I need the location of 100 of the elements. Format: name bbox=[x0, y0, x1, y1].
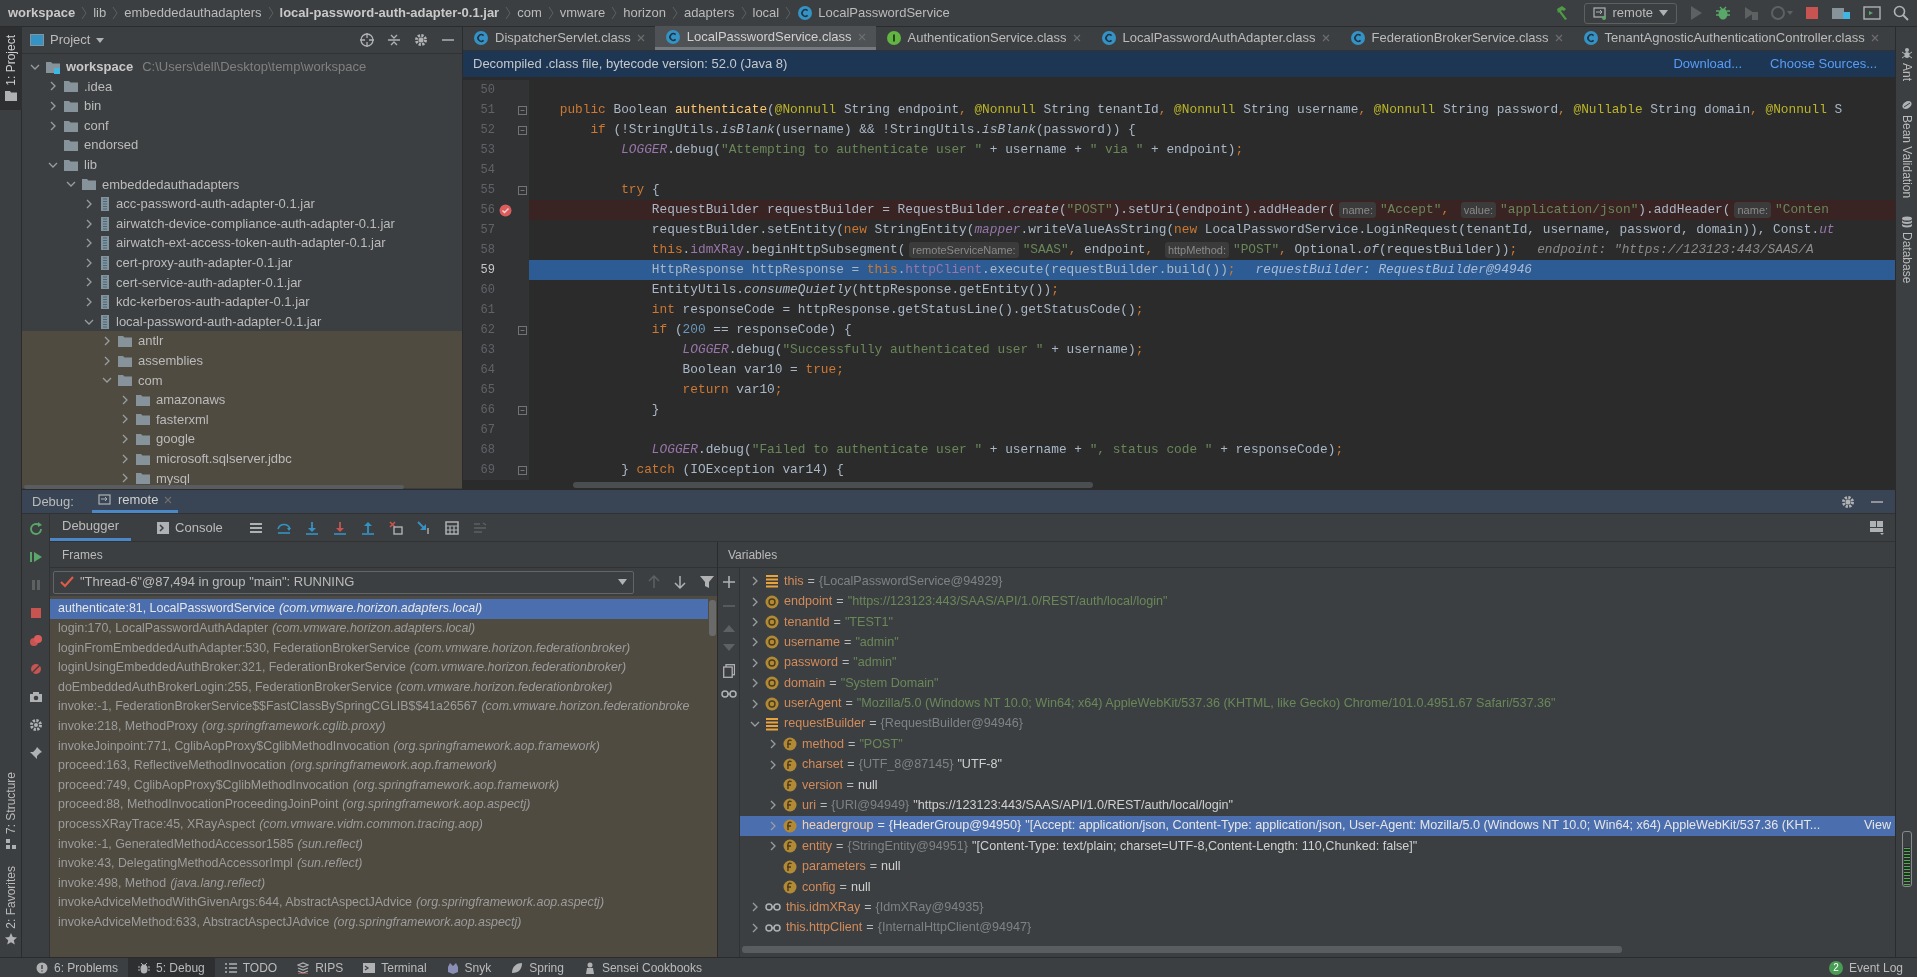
variable-row[interactable]: charset = {UTF_8@87145} "UTF-8" bbox=[740, 754, 1895, 775]
frame-item[interactable]: invoke:-1, GeneratedMethodAccessor1585 (sun.reflect) bbox=[50, 834, 708, 854]
frame-item[interactable]: invoke:498, Method (java.lang.reflect) bbox=[50, 873, 708, 893]
frame-item[interactable]: loginUsingEmbeddedAuthBroker:321, FederationBrokerService (com.vmware.horizon.federationbroker) bbox=[50, 657, 708, 678]
stop-icon[interactable] bbox=[28, 606, 43, 620]
breadcrumb-item[interactable]: com bbox=[517, 3, 542, 23]
close-icon[interactable] bbox=[1321, 34, 1330, 42]
chevron-right-icon[interactable] bbox=[48, 120, 58, 131]
variable-row[interactable]: headergroup = {HeaderGroup@94950} "[Accept: application/json, Content-Type: application/json, User-Agent: Mozilla/5.0 (Windows NT 10.0; Win64; x64) AppleWebKit/537.36 (KHT... View bbox=[740, 815, 1895, 837]
tool-window-button[interactable]: Bean Validation bbox=[1896, 93, 1917, 205]
variable-row[interactable]: this.httpClient = {InternalHttpClient@94947} bbox=[740, 917, 1895, 939]
chevron-right-icon[interactable] bbox=[48, 101, 58, 111]
variable-row[interactable]: uri = {URI@94949} "https://123123:443/SAAS/API/1.0/REST/auth/local/login" bbox=[740, 795, 1895, 816]
chevron-right-icon[interactable] bbox=[102, 355, 112, 366]
frame-item[interactable]: invokeAdviceMethodWithGivenArgs:644, AbstractAspectJAdvice (org.springframework.aop.aspectj) bbox=[50, 892, 708, 913]
scrollbar[interactable] bbox=[709, 600, 716, 636]
camera-icon[interactable] bbox=[28, 690, 43, 704]
window-icon[interactable] bbox=[1863, 5, 1881, 21]
tree-item[interactable]: assemblies bbox=[22, 350, 462, 371]
editor-tab[interactable]: TenantAgnosticAuthenticationController.class bbox=[1572, 26, 1889, 50]
chevron-right-icon[interactable] bbox=[120, 473, 130, 484]
stop-icon[interactable] bbox=[1805, 6, 1819, 20]
frame-item[interactable]: loginFromEmbeddedAuthAdapter:530, FederationBrokerService (com.vmware.horizon.federationbroker) bbox=[50, 638, 708, 658]
fold-icon[interactable] bbox=[517, 405, 527, 415]
tool-window-button[interactable]: 2: Favorites bbox=[0, 858, 22, 953]
chevron-right-icon[interactable] bbox=[750, 678, 760, 689]
tree-item[interactable]: lib bbox=[22, 154, 462, 175]
settings-icon[interactable] bbox=[28, 718, 43, 732]
editor-tab[interactable]: LocalPasswordService.class bbox=[654, 26, 876, 50]
arrow-down-icon[interactable] bbox=[674, 575, 686, 589]
tree-item[interactable]: fasterxml bbox=[22, 409, 462, 430]
project-view-dropdown[interactable]: Project bbox=[30, 30, 105, 50]
frame-item[interactable]: invokeJoinpoint:771, CglibAopProxy$CglibMethodInvocation (org.springframework.aop.framework) bbox=[50, 736, 708, 756]
calculator-icon[interactable] bbox=[444, 520, 459, 535]
chevron-right-icon[interactable] bbox=[84, 277, 94, 288]
tool-window-button[interactable]: Spring bbox=[501, 958, 574, 977]
frame-item[interactable]: invoke:-1, FederationBrokerService$$FastClassBySpringCGLIB$$41a26567 (com.vmware.horizon.federationbroke bbox=[50, 696, 708, 717]
frame-item[interactable]: processXRayTrace:45, XRayAspect (com.vmware.vidm.common.tracing.aop) bbox=[50, 814, 708, 835]
variable-row[interactable]: this = {LocalPasswordService@94929} bbox=[740, 571, 1895, 592]
tree-item[interactable]: cert-service-auth-adapter-0.1.jar bbox=[22, 272, 462, 293]
breadcrumb-item[interactable]: embeddedauthadapters bbox=[124, 3, 262, 23]
glasses-icon[interactable] bbox=[720, 690, 737, 698]
close-icon[interactable] bbox=[1870, 34, 1879, 42]
tree-item[interactable]: embeddedauthadapters bbox=[22, 174, 462, 195]
chevron-right-icon[interactable] bbox=[84, 296, 94, 307]
chevron-right-icon[interactable] bbox=[48, 81, 58, 92]
tree-item[interactable]: airwatch-device-compliance-auth-adapter-0.1.jar bbox=[22, 213, 462, 234]
chevron-right-icon[interactable] bbox=[750, 596, 760, 607]
tool-window-button[interactable]: Database bbox=[1896, 210, 1917, 290]
breakpoints-icon[interactable] bbox=[28, 634, 43, 648]
close-icon[interactable] bbox=[1072, 34, 1081, 42]
tree-item[interactable]: workspace C:\Users\dell\Desktop\temp\workspace bbox=[22, 57, 462, 77]
variable-row[interactable]: endpoint = "https://123123:443/SAAS/API/1.0/REST/auth/local/login" bbox=[740, 591, 1895, 612]
view-link[interactable]: View bbox=[1863, 816, 1891, 836]
settings-icon[interactable] bbox=[414, 33, 428, 47]
tool-window-button[interactable]: TODO bbox=[214, 958, 288, 977]
tree-item[interactable]: endorsed bbox=[22, 135, 462, 155]
editor-tab[interactable]: LocalPasswordAuthAdapter.class bbox=[1090, 26, 1340, 50]
breadcrumb-item[interactable]: LocalPasswordService bbox=[797, 3, 950, 23]
step-into-icon[interactable] bbox=[304, 520, 319, 535]
tree-item[interactable]: mysql bbox=[22, 468, 462, 489]
chevron-right-icon[interactable] bbox=[750, 698, 760, 709]
variable-row[interactable]: password = "admin" bbox=[740, 652, 1895, 673]
tree-item[interactable]: google bbox=[22, 429, 462, 449]
tool-window-button[interactable]: Snyk bbox=[436, 958, 502, 977]
chevron-right-icon[interactable] bbox=[102, 336, 112, 347]
copy-icon[interactable] bbox=[722, 664, 735, 678]
tool-window-button[interactable]: RIPS bbox=[287, 958, 354, 977]
link[interactable]: Choose Sources... bbox=[1770, 54, 1877, 74]
search-icon[interactable] bbox=[1893, 5, 1909, 21]
tree-item[interactable]: kdc-kerberos-auth-adapter-0.1.jar bbox=[22, 292, 462, 312]
chevron-right-icon[interactable] bbox=[768, 800, 778, 811]
tree-item[interactable]: conf bbox=[22, 115, 462, 136]
tree-item[interactable]: local-password-auth-adapter-0.1.jar bbox=[22, 311, 462, 332]
fold-icon[interactable] bbox=[517, 185, 527, 195]
tool-window-button[interactable]: Ant bbox=[1896, 41, 1917, 87]
breadcrumb-item[interactable]: adapters bbox=[683, 3, 735, 23]
chevron-right-icon[interactable] bbox=[750, 902, 760, 913]
scrollbar[interactable] bbox=[24, 485, 404, 489]
variable-row[interactable]: parameters = null bbox=[740, 856, 1895, 877]
tool-window-button[interactable]: Sensei Cookbooks bbox=[573, 958, 712, 977]
crosshair-icon[interactable] bbox=[360, 33, 374, 47]
tree-item[interactable]: airwatch-ext-access-token-auth-adapter-0.1.jar bbox=[22, 233, 462, 253]
tree-item[interactable]: antlr bbox=[22, 331, 462, 351]
frame-item[interactable]: invoke:43, DelegatingMethodAccessorImpl (sun.reflect) bbox=[50, 853, 708, 874]
pin-icon[interactable] bbox=[28, 746, 43, 760]
tool-window-button[interactable]: 1: Project bbox=[0, 27, 22, 110]
thread-dropdown[interactable]: "Thread-6"@87,494 in group "main": RUNNING bbox=[53, 570, 634, 594]
event-log-button[interactable]: 2 Event Log bbox=[1828, 958, 1917, 977]
chevron-right-icon[interactable] bbox=[768, 841, 778, 852]
frame-item[interactable]: login:170, LocalPasswordAuthAdapter (com.vmware.horizon.adapters.local) bbox=[50, 618, 708, 639]
variable-row[interactable]: this.idmXRay = {IdmXRay@94935} bbox=[740, 897, 1895, 918]
frame-item[interactable]: proceed:163, ReflectiveMethodInvocation (org.springframework.aop.framework) bbox=[50, 755, 708, 776]
variable-row[interactable]: tenantId = "TEST1" bbox=[740, 611, 1895, 633]
breadcrumb-item[interactable]: local-password-auth-adapter-0.1.jar bbox=[279, 3, 500, 23]
frame-item[interactable]: invokeAdviceMethod:633, AbstractAspectJAdvice (org.springframework.aop.aspectj) bbox=[50, 912, 708, 933]
chevron-right-icon[interactable] bbox=[750, 657, 760, 668]
frame-item[interactable]: invoke:218, MethodProxy (org.springframework.cglib.proxy) bbox=[50, 716, 708, 737]
tree-item[interactable]: amazonaws bbox=[22, 390, 462, 410]
editor-tab[interactable]: DispatcherServlet.class bbox=[463, 26, 655, 50]
